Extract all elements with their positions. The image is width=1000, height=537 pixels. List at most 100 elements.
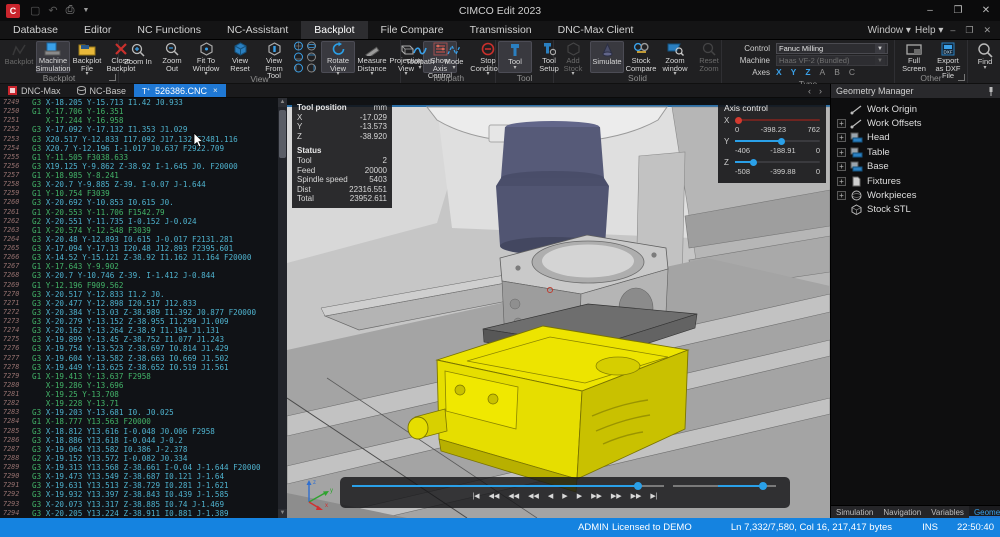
forward-tool-button[interactable]: ▶▶ [631, 491, 642, 503]
gcode-line[interactable]: 7251 X-17.244 Y-16.958 [0, 116, 278, 125]
scrollbar-thumb[interactable] [279, 110, 286, 158]
measure-distance-button[interactable]: Measure Distance ▾ [355, 41, 389, 73]
skip-start-button[interactable]: |◀ [472, 491, 479, 503]
gcode-line[interactable]: 7258G3 X-20.7 Y-9.885 Z-39. I-0.07 J-1.6… [0, 180, 278, 189]
gcode-line[interactable]: 7294G3 X-20.205 Y13.224 Z-38.911 I0.881 … [0, 509, 278, 518]
play-button[interactable]: ▶ [562, 491, 567, 503]
editor-tab-dnc-max[interactable]: DNC-Max [0, 84, 69, 97]
rotate-view-button[interactable]: Rotate View ▾ [321, 41, 355, 73]
tree-item-work-origin[interactable]: Work Origin [831, 102, 1000, 116]
backplot-launcher-icon[interactable] [109, 74, 116, 81]
view-left-button[interactable] [293, 63, 306, 74]
menu-file-compare[interactable]: File Compare [368, 21, 457, 39]
editor-tab-nc-base[interactable]: NC-Base [69, 84, 135, 97]
gcode-line[interactable]: 7270G3 X-20.517 Y-12.833 I1.2 J0. [0, 290, 278, 299]
restore-button[interactable]: ❐ [944, 0, 972, 21]
rewind-tool-button[interactable]: ◀◀ [489, 491, 500, 503]
gcode-line[interactable]: 7267G1 X-17.643 Y-9.902 [0, 262, 278, 271]
control-select[interactable]: Fanuc Milling▼ [776, 43, 888, 54]
find-button[interactable]: Find ▾ [970, 41, 1000, 73]
gcode-line[interactable]: 7254G3 X20.7 Y-12.196 I-1.017 J0.637 F29… [0, 144, 278, 153]
gcode-line[interactable]: 7269G1 Y-12.196 F909.562 [0, 281, 278, 290]
gcode-line[interactable]: 7253G3 X20.517 Y-12.833 I17.092 J17.132 … [0, 135, 278, 144]
tab-scroll-left-button[interactable]: ‹ [808, 86, 811, 96]
menu-editor[interactable]: Editor [71, 21, 124, 39]
zoom-in-button[interactable]: Zoom In [121, 41, 155, 73]
gcode-editor[interactable]: 7249G3 X-18.205 Y-15.713 I1.42 J0.933725… [0, 98, 287, 518]
machine-simulation-button[interactable]: Machine Simulation [36, 41, 70, 73]
reset-zoom-button[interactable]: Reset Zoom [692, 41, 726, 73]
gcode-line[interactable]: 7272G3 X-20.384 Y-13.03 Z-38.989 I1.392 … [0, 308, 278, 317]
gcode-line[interactable]: 7285G3 X-18.812 Y13.616 I-0.048 J0.006 F… [0, 427, 278, 436]
tab-close-icon[interactable]: × [213, 86, 218, 95]
expand-icon[interactable]: + [837, 133, 846, 142]
gcode-line[interactable]: 7250G1 X-17.706 Y-16.351 [0, 107, 278, 116]
view-reset-button[interactable]: View Reset [223, 41, 257, 73]
mode-button[interactable]: Mode ▾ [437, 41, 471, 73]
view-front-button[interactable] [293, 52, 306, 63]
tree-item-table[interactable]: +Table [831, 145, 1000, 159]
scroll-up-icon[interactable]: ▲ [278, 98, 287, 107]
tree-item-work-offsets[interactable]: +Work Offsets [831, 116, 1000, 130]
gcode-line[interactable]: 7290G3 X-19.473 Y13.549 Z-38.687 I0.121 … [0, 472, 278, 481]
gcode-line[interactable]: 7257G1 X-18.985 Y-8.241 [0, 171, 278, 180]
view-from-tool-button[interactable]: View From Tool [257, 41, 291, 73]
other-launcher-icon[interactable] [958, 74, 965, 81]
panel-tab-navigation[interactable]: Navigation [878, 506, 926, 518]
add-stock-button[interactable]: Add Stock ▾ [556, 41, 590, 73]
gcode-line[interactable]: 7252G3 X-17.092 Y-17.132 I1.353 J1.029 [0, 125, 278, 134]
gcode-line[interactable]: 7264G3 X-20.48 Y-12.893 I0.615 J-0.017 F… [0, 235, 278, 244]
skip-end-button[interactable]: ▶| [650, 491, 657, 503]
tree-item-fixtures[interactable]: +Fixtures [831, 174, 1000, 188]
gcode-line[interactable]: 7256G3 X19.125 Y-9.862 Z-38.92 I-1.645 J… [0, 162, 278, 171]
expand-icon[interactable]: + [837, 119, 846, 128]
menu-help[interactable]: Help ▾ [915, 25, 943, 36]
gcode-line[interactable]: 7279G1 X-19.413 Y-13.637 F2958 [0, 372, 278, 381]
gcode-line[interactable]: 7291G3 X-19.631 Y13.513 Z-38.729 I0.281 … [0, 481, 278, 490]
step-forward-button[interactable]: ▶ [577, 491, 582, 503]
tree-item-stock-stl[interactable]: Stock STL [831, 203, 1000, 217]
menu-dnc-max-client[interactable]: DNC-Max Client [545, 21, 647, 39]
gcode-line[interactable]: 7249G3 X-18.205 Y-15.713 I1.42 J0.933 [0, 98, 278, 107]
save-icon[interactable]: ▢ [30, 4, 40, 17]
view-right-button[interactable] [306, 63, 319, 74]
view-top-button[interactable] [306, 41, 319, 52]
gcode-line[interactable]: 7268G3 X-20.7 Y-10.746 Z-39. I-1.412 J-0… [0, 271, 278, 280]
gcode-line[interactable]: 7281 X-19.25 Y-13.708 [0, 390, 278, 399]
panel-tab-simulation[interactable]: Simulation [831, 506, 878, 518]
axis-toggle-x[interactable]: X [776, 67, 782, 77]
gcode-line[interactable]: 7276G3 X-19.754 Y-13.523 Z-38.697 I0.814… [0, 344, 278, 353]
export-dxf-button[interactable]: DXF Export as DXF File [931, 41, 965, 73]
gcode-line[interactable]: 7261G1 X-20.553 Y-11.706 F1542.79 [0, 208, 278, 217]
speed-handle[interactable] [759, 482, 767, 490]
gcode-line[interactable]: 7273G3 X-20.279 Y-13.152 Z-38.955 I1.299… [0, 317, 278, 326]
print-icon[interactable]: ⎙ [66, 4, 75, 17]
gcode-line[interactable]: 7262G2 X-20.551 Y-11.735 I-0.152 J-0.024 [0, 217, 278, 226]
gcode-line[interactable]: 7283G3 X-19.203 Y-13.681 I0. J0.025 [0, 408, 278, 417]
fit-to-window-button[interactable]: Fit To Window ▾ [189, 41, 223, 73]
expand-icon[interactable]: + [837, 177, 846, 186]
full-screen-button[interactable]: Full Screen [897, 41, 931, 73]
gcode-line[interactable]: 7289G3 X-19.313 Y13.568 Z-38.661 I-0.04 … [0, 463, 278, 472]
view-iso-button[interactable] [293, 41, 306, 52]
simulation-viewport[interactable]: Tool positionmm X-17.029 Y-13.573 Z-38.9… [287, 98, 830, 518]
gcode-line[interactable]: 7278G3 X-19.449 Y-13.625 Z-38.652 I0.519… [0, 363, 278, 372]
menu-nc-functions[interactable]: NC Functions [124, 21, 214, 39]
expand-icon[interactable]: + [837, 162, 846, 171]
doc-close-button[interactable]: ✕ [980, 25, 994, 36]
expand-icon[interactable]: + [837, 148, 846, 157]
menu-window[interactable]: Window ▾ [868, 25, 911, 36]
gcode-line[interactable]: 7286G3 X-18.886 Y13.618 I-0.044 J-0.2 [0, 436, 278, 445]
view-back-button[interactable] [306, 52, 319, 63]
menu-backplot[interactable]: Backplot [301, 21, 367, 39]
axis-x-slider[interactable] [735, 119, 820, 121]
menu-transmission[interactable]: Transmission [457, 21, 545, 39]
step-back-button[interactable]: ◀ [548, 491, 553, 503]
forward-fast-button[interactable]: ▶▶ [611, 491, 622, 503]
gcode-line[interactable]: 7263G1 X-20.574 Y-12.548 F3039 [0, 226, 278, 235]
tab-scroll-right-button[interactable]: › [819, 86, 822, 96]
forward-block-button[interactable]: ▶▶ [591, 491, 602, 503]
axis-z-slider[interactable] [735, 161, 820, 163]
gcode-line[interactable]: 7259G1 Y-10.754 F3039 [0, 189, 278, 198]
minimize-button[interactable]: – [916, 0, 944, 21]
